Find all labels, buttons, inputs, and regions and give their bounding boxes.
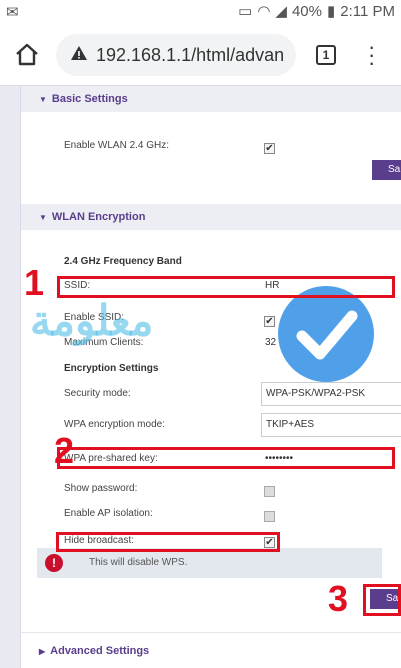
enable-wlan-checkbox[interactable]: ✔ bbox=[264, 143, 275, 154]
wlan-encryption-header[interactable]: ▼ WLAN Encryption bbox=[21, 204, 401, 230]
show-password-label: Show password: bbox=[64, 483, 138, 494]
wpa-encryption-mode-select[interactable]: TKIP+AES bbox=[261, 413, 401, 437]
encryption-settings-title: Encryption Settings bbox=[64, 363, 159, 374]
clock: 2:11 PM bbox=[340, 2, 395, 20]
enable-ssid-checkbox[interactable]: ✔ bbox=[264, 316, 275, 327]
battery-icon: ▮ bbox=[326, 3, 336, 20]
wifi-icon: ◠ bbox=[257, 3, 271, 20]
status-icons: ▭ ◠ ◢ 40% ▮ 2:11 PM bbox=[238, 2, 395, 21]
collapse-triangle-icon: ▼ bbox=[39, 95, 47, 104]
band-title: 2.4 GHz Frequency Band bbox=[64, 256, 182, 267]
tab-switcher-button[interactable]: 1 bbox=[316, 45, 336, 65]
basic-save-button[interactable]: Sa bbox=[372, 160, 401, 180]
watermark-check-icon bbox=[278, 286, 374, 382]
hide-broadcast-highlight bbox=[56, 532, 280, 552]
warning-icon[interactable] bbox=[70, 45, 88, 66]
security-mode-select[interactable]: WPA-PSK/WPA2-PSK bbox=[261, 382, 401, 406]
notification-icon: ✉ bbox=[6, 4, 19, 21]
expand-triangle-icon: ▶ bbox=[39, 647, 46, 656]
step-3-number: 3 bbox=[328, 578, 349, 619]
advanced-settings-header[interactable]: ▶ Advanced Settings bbox=[21, 638, 401, 664]
address-bar[interactable]: 192.168.1.1/html/advan bbox=[56, 34, 296, 76]
divider bbox=[21, 632, 401, 633]
browser-toolbar: 192.168.1.1/html/advan 1 · · · bbox=[0, 24, 401, 86]
collapse-triangle-icon: ▼ bbox=[39, 213, 47, 222]
ap-isolation-checkbox[interactable] bbox=[264, 511, 275, 522]
enable-wlan-label: Enable WLAN 2.4 GHz: bbox=[64, 140, 170, 151]
wpa-key-highlight bbox=[57, 447, 395, 469]
step-1-number: 1 bbox=[24, 262, 45, 303]
alert-icon: ! bbox=[45, 554, 63, 572]
security-mode-label: Security mode: bbox=[64, 388, 131, 399]
save-highlight bbox=[363, 584, 401, 616]
wpa-encryption-mode-label: WPA encryption mode: bbox=[64, 419, 165, 430]
max-clients-input[interactable]: 32 bbox=[265, 337, 276, 348]
ssid-highlight bbox=[57, 276, 395, 298]
more-menu-icon[interactable]: · · · bbox=[368, 36, 375, 74]
battery-level: 40% bbox=[291, 2, 322, 20]
wps-warning-box: ! This will disable WPS. bbox=[37, 548, 382, 578]
basic-settings-header[interactable]: ▼ Basic Settings bbox=[21, 86, 401, 112]
url-text[interactable]: 192.168.1.1/html/advan bbox=[96, 45, 284, 66]
home-icon[interactable] bbox=[14, 41, 40, 72]
cast-icon: ▭ bbox=[238, 3, 253, 20]
watermark-text: معلومة bbox=[30, 297, 154, 344]
status-bar: ✉ ▭ ◠ ◢ 40% ▮ 2:11 PM bbox=[0, 0, 401, 24]
ap-isolation-label: Enable AP isolation: bbox=[64, 508, 153, 519]
signal-icon: ◢ bbox=[275, 3, 287, 20]
show-password-checkbox[interactable] bbox=[264, 486, 275, 497]
wps-warning-text: This will disable WPS. bbox=[89, 557, 188, 568]
